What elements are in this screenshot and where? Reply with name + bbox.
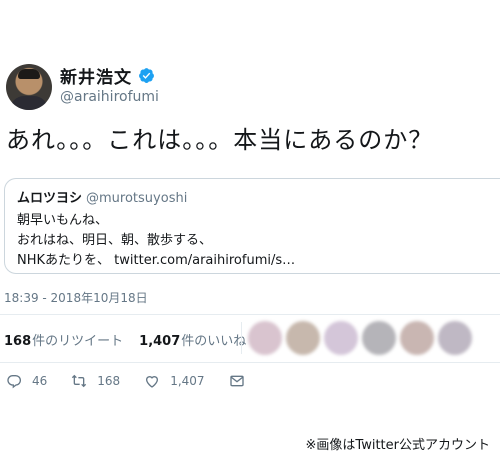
author-name-row: 新井浩文 bbox=[60, 63, 155, 88]
likes-stat-count: 1,407 bbox=[139, 334, 181, 349]
retweets-stat-label: 件のリツイート bbox=[32, 334, 124, 349]
liker-avatar[interactable] bbox=[400, 321, 434, 355]
retweet-count: 168 bbox=[97, 374, 121, 388]
divider bbox=[0, 362, 500, 363]
message-button[interactable] bbox=[229, 373, 245, 389]
quoted-author-name: ムロツヨシ bbox=[17, 191, 83, 206]
author-avatar[interactable] bbox=[6, 64, 52, 110]
liker-avatar[interactable] bbox=[286, 321, 320, 355]
tweet-timestamp[interactable]: 18:39 - 2018年10月18日 bbox=[4, 289, 148, 306]
retweet-button[interactable]: 168 bbox=[71, 373, 120, 389]
quoted-tweet-header: ムロツヨシ @murotsuyoshi bbox=[17, 187, 187, 206]
verified-badge-icon bbox=[139, 67, 154, 83]
liker-avatar[interactable] bbox=[362, 321, 396, 355]
liker-avatar[interactable] bbox=[438, 321, 472, 355]
retweets-stat-count: 168 bbox=[4, 334, 32, 349]
author-handle[interactable]: @araihirofumi bbox=[60, 89, 159, 105]
avatar-robe bbox=[10, 96, 48, 110]
quoted-text-line: 朝早いもんね、 bbox=[17, 213, 109, 228]
quoted-tweet-card[interactable]: ムロツヨシ @murotsuyoshi 朝早いもんね、 おれはね、明日、朝、散歩… bbox=[4, 178, 500, 274]
reply-button[interactable]: 46 bbox=[6, 373, 47, 389]
top-whitespace bbox=[0, 0, 500, 50]
stats-separator bbox=[241, 322, 242, 354]
like-button[interactable]: 1,407 bbox=[144, 373, 205, 389]
retweet-icon bbox=[72, 374, 87, 388]
liker-avatars-blurred bbox=[248, 318, 500, 358]
reply-count: 46 bbox=[32, 374, 48, 388]
tweet-actions: 46 168 1,407 bbox=[6, 373, 269, 389]
author-name[interactable]: 新井浩文 bbox=[60, 63, 132, 88]
like-count: 1,407 bbox=[170, 374, 205, 388]
envelope-icon bbox=[229, 375, 244, 387]
divider bbox=[0, 314, 500, 315]
likes-stat-label: 件のいいね bbox=[181, 334, 247, 349]
quoted-text-line: おれはね、明日、朝、散歩する、 bbox=[17, 233, 213, 248]
engagement-stats: 168 件のリツイート 1,407 件のいいね bbox=[4, 330, 262, 349]
reply-icon bbox=[7, 375, 21, 389]
liker-avatar[interactable] bbox=[324, 321, 358, 355]
heart-icon bbox=[146, 376, 159, 388]
image-credit-caption: ※画像はTwitter公式アカウント bbox=[305, 438, 490, 453]
likes-stat[interactable]: 1,407 件のいいね bbox=[139, 330, 246, 349]
quoted-text-line: NHKあたりを、 twitter.com/araihirofumi/s… bbox=[17, 253, 296, 268]
tweet-text: あれ。。。これは。。。本当にあるのか？ bbox=[6, 126, 434, 154]
liker-avatar[interactable] bbox=[248, 321, 282, 355]
retweets-stat[interactable]: 168 件のリツイート bbox=[4, 330, 123, 349]
avatar-hair bbox=[18, 69, 40, 79]
quoted-author-handle: @murotsuyoshi bbox=[86, 191, 188, 206]
